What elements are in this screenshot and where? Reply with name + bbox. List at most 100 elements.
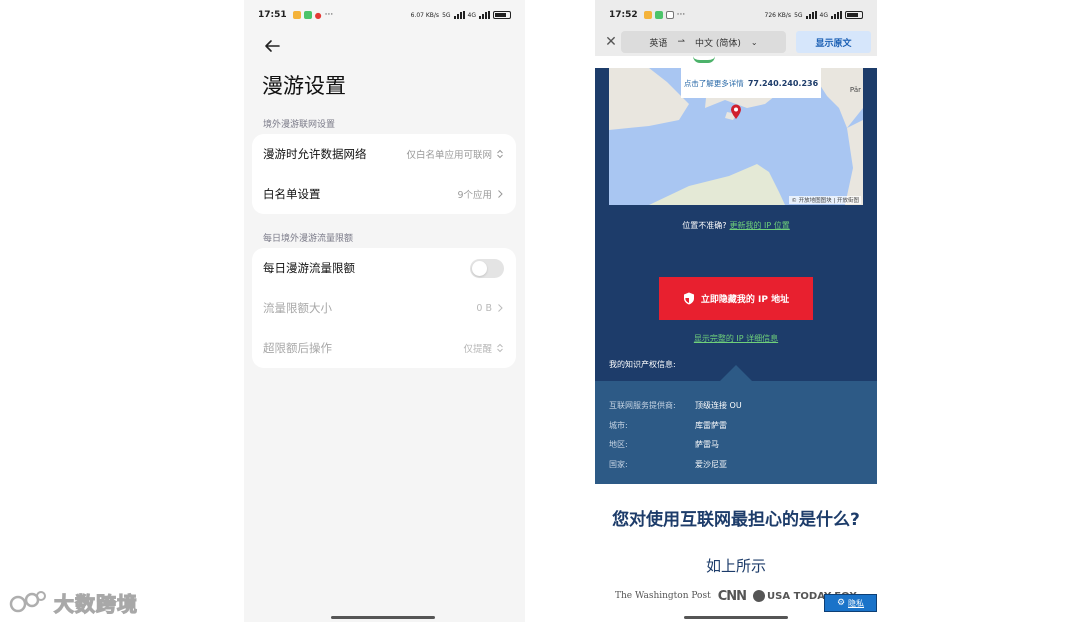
more-notifications-icon: ··· xyxy=(324,10,334,20)
section-label-daily-limit: 每日境外漫游流量限额 xyxy=(263,234,354,244)
signal-icon-2 xyxy=(831,11,842,19)
home-indicator[interactable] xyxy=(684,616,788,619)
map-tooltip[interactable]: 点击了解更多详情 77.240.240.236 xyxy=(681,68,821,98)
usa-today-logo: USA TODAY xyxy=(753,590,831,602)
detail-value: 库雷萨雷 xyxy=(695,421,727,430)
show-full-ip-details-link[interactable]: 显示完整的 IP 详细信息 xyxy=(595,333,877,344)
network-type: 5G xyxy=(442,11,451,19)
roaming-network-card: 漫游时允许数据网络 仅白名单应用可联网 白名单设置 9个应用 xyxy=(252,134,516,214)
watermark: 大数跨境 xyxy=(8,586,148,618)
row-value: 0 B xyxy=(476,302,492,314)
cnn-logo: CNN xyxy=(717,588,747,604)
wechat-notification-icon xyxy=(303,11,312,19)
translate-language-selector[interactable]: 英语 ⇀ 中文 (简体) ⌄ xyxy=(621,31,786,53)
map-pin-icon xyxy=(731,104,741,119)
source-language: 英语 xyxy=(649,38,668,49)
section-pointer xyxy=(719,365,753,382)
detail-value: 顶级连接 OU xyxy=(695,401,742,410)
over-limit-action-row[interactable]: 超限额后操作 仅提醒 xyxy=(252,328,516,368)
row-label: 每日漫游流量限额 xyxy=(263,261,355,275)
page-title: 漫游设置 xyxy=(262,74,346,98)
network-type-2: 4G xyxy=(467,11,476,19)
status-bar: 17:52 ··· 726 KB/s 5G 4G xyxy=(595,0,877,30)
chevron-updown-icon xyxy=(497,149,503,159)
status-indicators: 6.07 KB/s 5G 4G xyxy=(411,11,511,19)
translate-bar: ✕ 英语 ⇀ 中文 (简体) ⌄ 显示原文 xyxy=(595,28,877,56)
network-speed: 726 KB/s xyxy=(764,11,792,19)
home-indicator[interactable] xyxy=(331,616,435,619)
roaming-settings-screen: 17:51 ● ··· 6.07 KB/s 5G 4G 漫游设置 境外漫游联网设… xyxy=(244,0,525,622)
usa-today-dot-icon xyxy=(753,590,766,602)
watermark-logo-icon xyxy=(9,591,46,613)
detail-value: 萨雷马 xyxy=(695,440,719,449)
network-type-2: 4G xyxy=(819,11,828,19)
hide-ip-button[interactable]: 立即隐藏我的 IP 地址 xyxy=(659,277,813,320)
row-value: 仅提醒 xyxy=(463,344,492,355)
row-label: 漫游时允许数据网络 xyxy=(263,147,367,161)
location-inaccurate-line: 位置不准确? 更新我的 IP 位置 xyxy=(595,220,877,231)
app-notification-icon xyxy=(292,11,301,19)
ip-details-panel: 互联网服务提供商: 顶级连接 OU 城市: 库雷萨雷 地区: 萨雷马 国家: 爱… xyxy=(595,381,877,484)
battery-icon xyxy=(493,11,511,19)
row-label: 白名单设置 xyxy=(263,187,321,201)
detail-row-isp: 互联网服务提供商: 顶级连接 OU xyxy=(609,400,859,411)
watermark-text: 大数跨境 xyxy=(53,591,138,616)
allow-data-network-row[interactable]: 漫游时允许数据网络 仅白名单应用可联网 xyxy=(252,134,516,174)
signal-icon xyxy=(453,11,465,19)
location-question: 位置不准确? xyxy=(682,221,727,230)
target-language: 中文 (简体) xyxy=(694,38,741,49)
status-time: 17:52 xyxy=(609,10,638,20)
row-label: 流量限额大小 xyxy=(263,301,332,315)
worry-heading: 您对使用互联网最担心的是什么? xyxy=(612,510,860,530)
chevron-down-icon: ⌄ xyxy=(750,37,758,47)
usa-today-text: USA TODAY xyxy=(767,590,832,602)
row-value: 9个应用 xyxy=(457,190,492,201)
map-place-label: Pär xyxy=(849,86,861,94)
detail-row-country: 国家: 爱沙尼亚 xyxy=(609,459,859,470)
privacy-label: 隐私 xyxy=(848,598,865,608)
network-type: 5G xyxy=(794,11,803,19)
status-bar: 17:51 ● ··· 6.07 KB/s 5G 4G xyxy=(244,0,525,30)
update-ip-location-link[interactable]: 更新我的 IP 位置 xyxy=(729,221,789,230)
more-notifications-icon: ··· xyxy=(676,10,686,20)
detail-key: 城市: xyxy=(609,421,628,430)
app-notification-icon xyxy=(643,11,652,19)
chevron-right-icon xyxy=(498,190,503,198)
status-time: 17:51 xyxy=(258,10,287,20)
ip-info-section: 点击了解更多详情 77.240.240.236 Pär © 开放地图图块 | 开… xyxy=(595,68,877,382)
partial-logo-icon xyxy=(693,56,715,63)
whitelist-settings-row[interactable]: 白名单设置 9个应用 xyxy=(252,174,516,214)
signal-icon xyxy=(805,11,817,19)
map-tooltip-text: 点击了解更多详情 xyxy=(683,78,744,88)
limit-size-row[interactable]: 流量限额大小 0 B xyxy=(252,288,516,328)
shield-icon xyxy=(683,292,694,305)
swap-icon: ⇀ xyxy=(677,37,685,47)
detail-key: 国家: xyxy=(609,460,628,469)
map-ip-address: 77.240.240.236 xyxy=(747,78,819,88)
wechat-notification-icon xyxy=(654,11,663,19)
privacy-button[interactable]: ⚙ 隐私 xyxy=(824,594,877,612)
signal-icon-2 xyxy=(479,11,490,19)
chevron-right-icon xyxy=(498,304,503,312)
app-notification-icon-2 xyxy=(665,11,674,19)
detail-value: 爱沙尼亚 xyxy=(695,460,727,469)
gear-icon: ⚙ xyxy=(836,598,846,608)
network-speed: 6.07 KB/s xyxy=(410,11,440,19)
detail-key: 互联网服务提供商: xyxy=(609,401,676,410)
row-label: 超限额后操作 xyxy=(263,341,332,355)
row-value: 仅白名单应用可联网 xyxy=(406,150,492,161)
back-arrow-icon[interactable] xyxy=(262,36,282,56)
washington-post-logo: The Washington Post xyxy=(615,591,711,601)
location-map[interactable]: 点击了解更多详情 77.240.240.236 Pär © 开放地图图块 | 开… xyxy=(609,68,863,205)
detail-key: 地区: xyxy=(609,440,628,449)
ip-info-heading: 我的知识产权信息: xyxy=(609,360,676,369)
daily-limit-card: 每日漫游流量限额 流量限额大小 0 B 超限额后操作 仅提醒 xyxy=(252,248,516,368)
location-icon: ● xyxy=(314,10,322,20)
close-icon[interactable]: ✕ xyxy=(599,30,623,54)
battery-icon xyxy=(845,11,863,19)
detail-row-city: 城市: 库雷萨雷 xyxy=(609,420,859,431)
daily-limit-toggle[interactable] xyxy=(470,258,504,278)
worry-subheading: 如上所示 xyxy=(705,557,766,575)
map-attribution: © 开放地图图块 | 开放街图 xyxy=(789,196,861,204)
show-original-button[interactable]: 显示原文 xyxy=(796,31,871,53)
